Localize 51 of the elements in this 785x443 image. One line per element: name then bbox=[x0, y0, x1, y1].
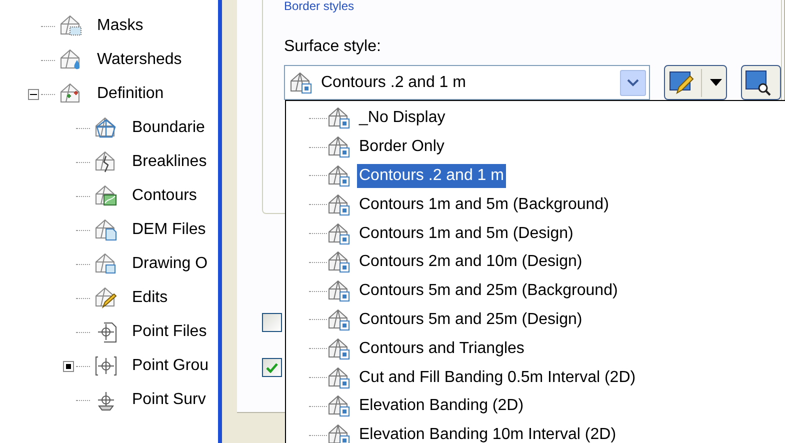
chevron-down-icon bbox=[627, 78, 640, 86]
group-title: Border styles bbox=[284, 0, 354, 13]
tree-item[interactable]: Boundarie bbox=[132, 116, 205, 140]
surface-style-icon bbox=[327, 394, 351, 418]
surface-style-icon bbox=[327, 250, 351, 274]
tree-item[interactable]: Breaklines bbox=[132, 150, 207, 174]
dropdown-option[interactable]: Contours 5m and 25m (Background) bbox=[357, 279, 620, 304]
tree-item[interactable]: Drawing O bbox=[132, 252, 208, 276]
field-label: Surface style: bbox=[284, 37, 382, 57]
tree-item[interactable]: DEM Files bbox=[132, 218, 206, 242]
dropdown-option[interactable]: Elevation Banding (2D) bbox=[357, 394, 526, 418]
dropdown-option[interactable]: Contours and Triangles bbox=[357, 336, 526, 361]
preview-style-button[interactable] bbox=[741, 65, 781, 100]
tree-item[interactable]: Contours bbox=[132, 184, 197, 208]
dropdown-option[interactable]: _No Display bbox=[357, 106, 448, 130]
surface-style-icon bbox=[327, 279, 351, 304]
surface-style-icon bbox=[327, 106, 351, 130]
edit-style-button[interactable] bbox=[664, 65, 727, 100]
surface-style-icon bbox=[327, 336, 351, 361]
style-combo-box[interactable]: Contours .2 and 1 m bbox=[284, 65, 650, 100]
tree-item[interactable]: Point Grou bbox=[132, 354, 208, 378]
tree-item[interactable]: Masks bbox=[97, 14, 144, 38]
checkbox[interactable] bbox=[262, 358, 282, 377]
surface-style-icon bbox=[327, 222, 351, 246]
tree-item[interactable]: Point Surv bbox=[132, 388, 206, 412]
tree-item[interactable]: Edits bbox=[132, 286, 168, 310]
dropdown-option[interactable]: Cut and Fill Banding 0.5m Interval (2D) bbox=[357, 366, 638, 390]
check-icon bbox=[266, 362, 278, 372]
expand-toggle[interactable] bbox=[28, 88, 39, 100]
edit-icon bbox=[669, 70, 696, 94]
caret-down-icon bbox=[710, 79, 722, 86]
dropdown-option[interactable]: Contours 5m and 25m (Design) bbox=[357, 308, 584, 332]
dropdown-option[interactable]: Elevation Banding 10m Interval (2D) bbox=[357, 423, 618, 443]
dropdown-option[interactable]: Contours .2 and 1 m bbox=[357, 164, 506, 188]
dropdown-option[interactable]: Contours 1m and 5m (Design) bbox=[357, 222, 576, 246]
surface-style-icon bbox=[327, 164, 351, 188]
surface-style-icon bbox=[327, 192, 351, 217]
zoom-icon bbox=[745, 70, 771, 96]
surface-style-icon bbox=[327, 135, 351, 160]
tree-item[interactable]: Point Files bbox=[132, 320, 207, 344]
checkbox[interactable] bbox=[262, 313, 282, 332]
tree-item[interactable]: Watersheds bbox=[97, 48, 182, 72]
dropdown-option[interactable]: Contours 2m and 10m (Design) bbox=[357, 250, 584, 274]
dropdown-arrow-button[interactable] bbox=[620, 70, 646, 96]
tree-item[interactable]: Definition bbox=[97, 82, 164, 106]
surface-style-icon bbox=[289, 70, 313, 94]
dropdown-option[interactable]: Contours 1m and 5m (Background) bbox=[357, 192, 611, 217]
surface-style-icon bbox=[327, 366, 351, 390]
surface-style-icon bbox=[327, 308, 351, 332]
expand-toggle[interactable] bbox=[63, 360, 74, 372]
dropdown-option[interactable]: Border Only bbox=[357, 135, 446, 160]
